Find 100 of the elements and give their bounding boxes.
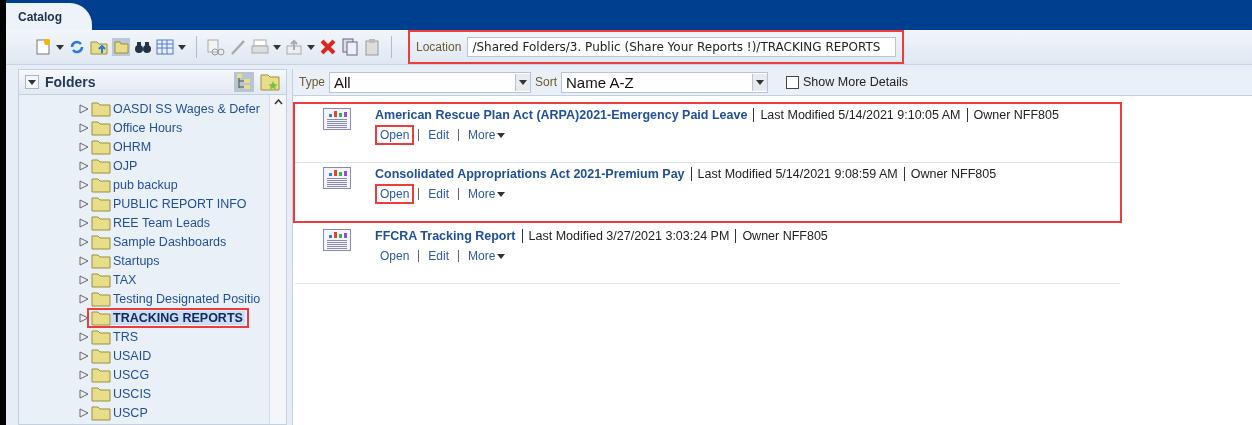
expand-triangle-icon[interactable] xyxy=(79,274,89,285)
expand-triangle-icon[interactable] xyxy=(79,350,89,361)
dropdown-caret-icon xyxy=(273,44,281,50)
checkbox[interactable] xyxy=(786,75,800,89)
expand-triangle-icon[interactable] xyxy=(79,407,89,418)
delete-icon[interactable] xyxy=(319,38,337,56)
folder-icon xyxy=(91,119,111,136)
folder-icon xyxy=(91,366,111,383)
scroll-up-icon[interactable] xyxy=(273,99,283,105)
folder-tree-icon[interactable] xyxy=(234,72,254,92)
pencil-icon[interactable] xyxy=(229,38,247,56)
folder-icon xyxy=(91,385,111,402)
folder-item[interactable]: PUBLIC REPORT INFO xyxy=(111,196,249,211)
expand-triangle-icon[interactable] xyxy=(79,122,89,133)
dropdown-caret-icon xyxy=(178,44,186,50)
folder-item[interactable]: Testing Designated Positio xyxy=(111,291,263,306)
owner-text: Owner NFF805 xyxy=(910,167,997,181)
collapse-button[interactable] xyxy=(25,75,39,89)
caret-icon xyxy=(497,253,506,259)
action-link[interactable]: Open xyxy=(375,184,415,204)
action-link[interactable]: Edit xyxy=(423,246,455,266)
folder-item[interactable]: Sample Dashboards xyxy=(111,234,229,249)
copy-icon[interactable] xyxy=(341,38,359,56)
sort-label: Sort xyxy=(535,75,558,89)
expand-triangle-icon[interactable] xyxy=(79,331,89,342)
folder-icon xyxy=(91,404,111,421)
glasses-icon[interactable] xyxy=(207,38,225,56)
expand-triangle-icon[interactable] xyxy=(79,179,89,190)
refresh-icon[interactable] xyxy=(68,38,86,56)
folder-item[interactable]: pub backup xyxy=(111,177,180,192)
report-title-link[interactable]: Consolidated Appropriations Act 2021-Premium Pay xyxy=(375,167,685,181)
new-document-icon[interactable] xyxy=(34,38,52,56)
action-link[interactable]: Open xyxy=(375,246,415,266)
folder-icon xyxy=(91,214,111,231)
report-icon xyxy=(323,167,351,189)
folder-icon xyxy=(91,347,111,364)
action-link[interactable]: More xyxy=(463,125,511,145)
type-select[interactable]: All xyxy=(329,71,531,93)
folder-item[interactable]: REE Team Leads xyxy=(111,215,213,230)
folder-item[interactable]: OJP xyxy=(111,158,140,173)
folder-upload-icon[interactable] xyxy=(90,38,108,56)
report-icon xyxy=(323,108,351,130)
folder-icon xyxy=(91,100,111,117)
favorite-folder-icon[interactable] xyxy=(260,72,280,92)
expand-triangle-icon[interactable] xyxy=(79,255,89,266)
expand-triangle-icon[interactable] xyxy=(79,103,89,114)
expand-triangle-icon[interactable] xyxy=(79,312,89,323)
dropdown-caret-icon xyxy=(307,44,315,50)
action-link[interactable]: Open xyxy=(375,125,415,145)
folder-item[interactable]: TRACKING REPORTS xyxy=(111,310,245,325)
sort-select[interactable]: Name A-Z xyxy=(561,71,769,93)
folder-item[interactable]: TAX xyxy=(111,272,139,287)
action-link[interactable]: Edit xyxy=(423,184,455,204)
location-label: Location xyxy=(416,40,462,54)
action-link[interactable]: More xyxy=(463,246,511,266)
folder-item[interactable]: Startups xyxy=(111,253,162,268)
expand-triangle-icon[interactable] xyxy=(79,198,89,209)
checkbox-label: Show More Details xyxy=(803,75,908,89)
owner-text: Owner NFF805 xyxy=(973,108,1059,122)
dropdown-caret-icon xyxy=(56,44,64,50)
expand-triangle-icon[interactable] xyxy=(79,388,89,399)
type-label: Type xyxy=(299,75,325,89)
scrollbar[interactable] xyxy=(269,95,286,424)
folder-icon xyxy=(91,290,111,307)
folder-icon xyxy=(91,157,111,174)
folder-icon xyxy=(91,252,111,269)
folder-item[interactable]: USAID xyxy=(111,348,154,363)
caret-icon xyxy=(28,79,36,85)
folder-icon xyxy=(91,195,111,212)
expand-triangle-icon[interactable] xyxy=(79,217,89,228)
print-icon[interactable] xyxy=(251,38,269,56)
folder-item[interactable]: TRS xyxy=(111,329,140,344)
folder-icon xyxy=(91,176,111,193)
catalog-tab[interactable]: Catalog xyxy=(6,3,92,30)
folder-item[interactable]: OHRM xyxy=(111,139,154,154)
expand-triangle-icon[interactable] xyxy=(79,141,89,152)
expand-triangle-icon[interactable] xyxy=(79,369,89,380)
caret-icon xyxy=(497,191,506,197)
folder-item[interactable]: OASDI SS Wages & Defer xyxy=(111,101,262,116)
folder-item[interactable]: USCP xyxy=(111,405,150,420)
folder-item[interactable]: USCG xyxy=(111,367,152,382)
upload-icon[interactable] xyxy=(285,38,303,56)
dropdown-caret-icon xyxy=(519,79,527,85)
report-icon xyxy=(323,229,351,251)
location-field[interactable]: /Shared Folders/3. Public (Share Your Reports !)/TRACKING REPORTS xyxy=(467,37,896,57)
expand-triangle-icon[interactable] xyxy=(79,160,89,171)
folder-icon xyxy=(91,271,111,288)
report-title-link[interactable]: FFCRA Tracking Report xyxy=(375,229,516,243)
folder-item[interactable]: Office Hours xyxy=(111,120,185,135)
caret-icon xyxy=(497,132,506,138)
folder-item[interactable]: USCIS xyxy=(111,386,154,401)
owner-text: Owner NFF805 xyxy=(742,229,828,243)
report-title-link[interactable]: American Rescue Plan Act (ARPA)2021-Emergency Paid Leave xyxy=(375,108,748,122)
expand-triangle-icon[interactable] xyxy=(79,236,89,247)
folder-icon xyxy=(91,309,111,326)
action-link[interactable]: Edit xyxy=(423,125,455,145)
action-link[interactable]: More xyxy=(463,184,511,204)
dropdown-caret-icon xyxy=(756,79,765,85)
expand-triangle-icon[interactable] xyxy=(79,293,89,304)
folder-icon xyxy=(91,138,111,155)
